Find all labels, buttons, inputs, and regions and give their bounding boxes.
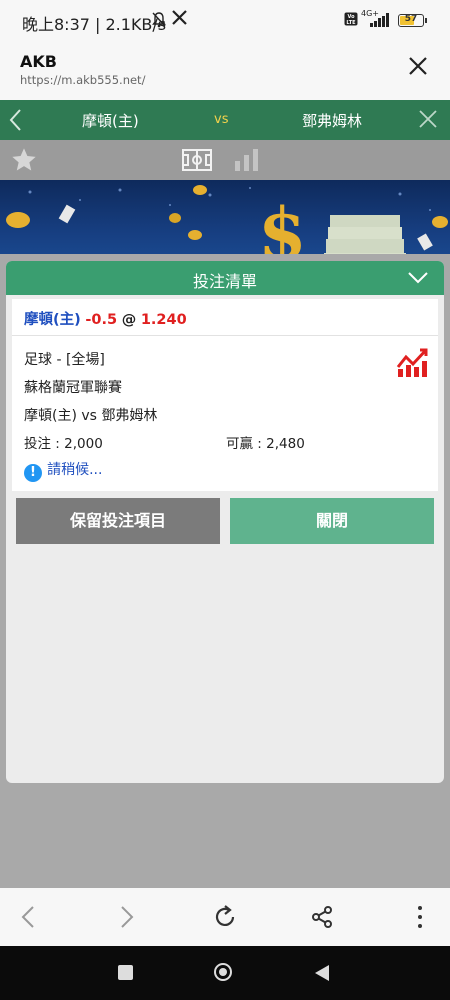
match-name: 摩頓(主) vs 鄧弗姆林 xyxy=(24,408,158,424)
bet-card: 摩頓(主) -0.5 @ 1.240 足球 - [全場] 蘇格蘭冠軍聯賽 摩頓(… xyxy=(12,299,438,491)
recents-square-icon[interactable] xyxy=(118,965,133,980)
system-nav-bar xyxy=(0,946,450,1000)
bet-slip-title: 投注清單 xyxy=(192,272,257,291)
reload-icon[interactable] xyxy=(205,888,245,946)
battery-icon: 57 xyxy=(398,14,427,27)
signal-icon xyxy=(370,13,390,27)
close-x-icon[interactable] xyxy=(418,104,438,135)
chevron-down-icon[interactable] xyxy=(406,267,430,289)
selection-odds: 1.240 xyxy=(140,312,187,328)
status-text: 請稍候... xyxy=(47,462,103,478)
star-icon[interactable] xyxy=(10,146,38,178)
selection-row: 摩頓(主) -0.5 @ 1.240 xyxy=(12,299,438,336)
bet-slip-panel: 投注清單 摩頓(主) -0.5 @ 1.240 足球 - [全場] 蘇格蘭冠軍聯… xyxy=(6,261,444,783)
home-circle-icon[interactable] xyxy=(214,963,232,981)
close-icon[interactable] xyxy=(402,50,434,82)
match-header: 摩頓(主) vs 鄧弗姆林 xyxy=(0,100,450,140)
stake-amount: 投注 : 2,000 xyxy=(24,436,103,452)
status-time: 晚上8:37 | 2.1KB/s xyxy=(22,15,167,34)
back-chevron-icon[interactable] xyxy=(8,104,24,140)
sport-line: 足球 - [全場] xyxy=(24,352,105,368)
browser-nav-bar xyxy=(0,888,450,946)
volte-icon: Vo LTE xyxy=(344,12,358,28)
home-team: 摩頓(主) xyxy=(82,112,139,130)
keep-bets-button[interactable]: 保留投注項目 xyxy=(16,498,220,544)
info-icon: ! xyxy=(24,464,42,482)
browser-header: AKB https://m.akb555.net/ xyxy=(0,44,450,100)
close-button[interactable]: 關閉 xyxy=(230,498,434,544)
back-triangle-icon[interactable] xyxy=(314,964,330,986)
selection-at: @ xyxy=(121,312,137,328)
selection-team: 摩頓(主) xyxy=(24,312,81,328)
bell-off-icon xyxy=(152,12,166,32)
forward-icon[interactable] xyxy=(106,888,146,946)
back-icon[interactable] xyxy=(9,888,49,946)
potential-win: 可贏 : 2,480 xyxy=(226,436,305,452)
page-title: AKB xyxy=(20,52,57,71)
league-name: 蘇格蘭冠軍聯賽 xyxy=(24,380,122,396)
trend-chart-icon[interactable] xyxy=(396,347,430,381)
svg-text:LTE: LTE xyxy=(346,20,356,26)
battery-level: 57 xyxy=(404,14,418,24)
match-toolbar xyxy=(0,140,450,180)
status-bar: 晚上8:37 | 2.1KB/s Vo LTE 4G+ 57 xyxy=(0,0,450,44)
status-row: ! 請稍候... xyxy=(24,461,102,482)
selection-handicap: -0.5 xyxy=(85,312,118,328)
pitch-icon[interactable] xyxy=(182,149,212,175)
away-team: 鄧弗姆林 xyxy=(302,112,363,130)
share-icon[interactable] xyxy=(302,888,342,946)
page-url[interactable]: https://m.akb555.net/ xyxy=(20,73,145,87)
bet-slip-header[interactable]: 投注清單 xyxy=(6,261,444,295)
more-icon[interactable] xyxy=(400,888,440,946)
stats-bars-icon[interactable] xyxy=(234,149,260,175)
vs-label: vs xyxy=(214,112,229,127)
x-logo-icon xyxy=(172,10,187,30)
